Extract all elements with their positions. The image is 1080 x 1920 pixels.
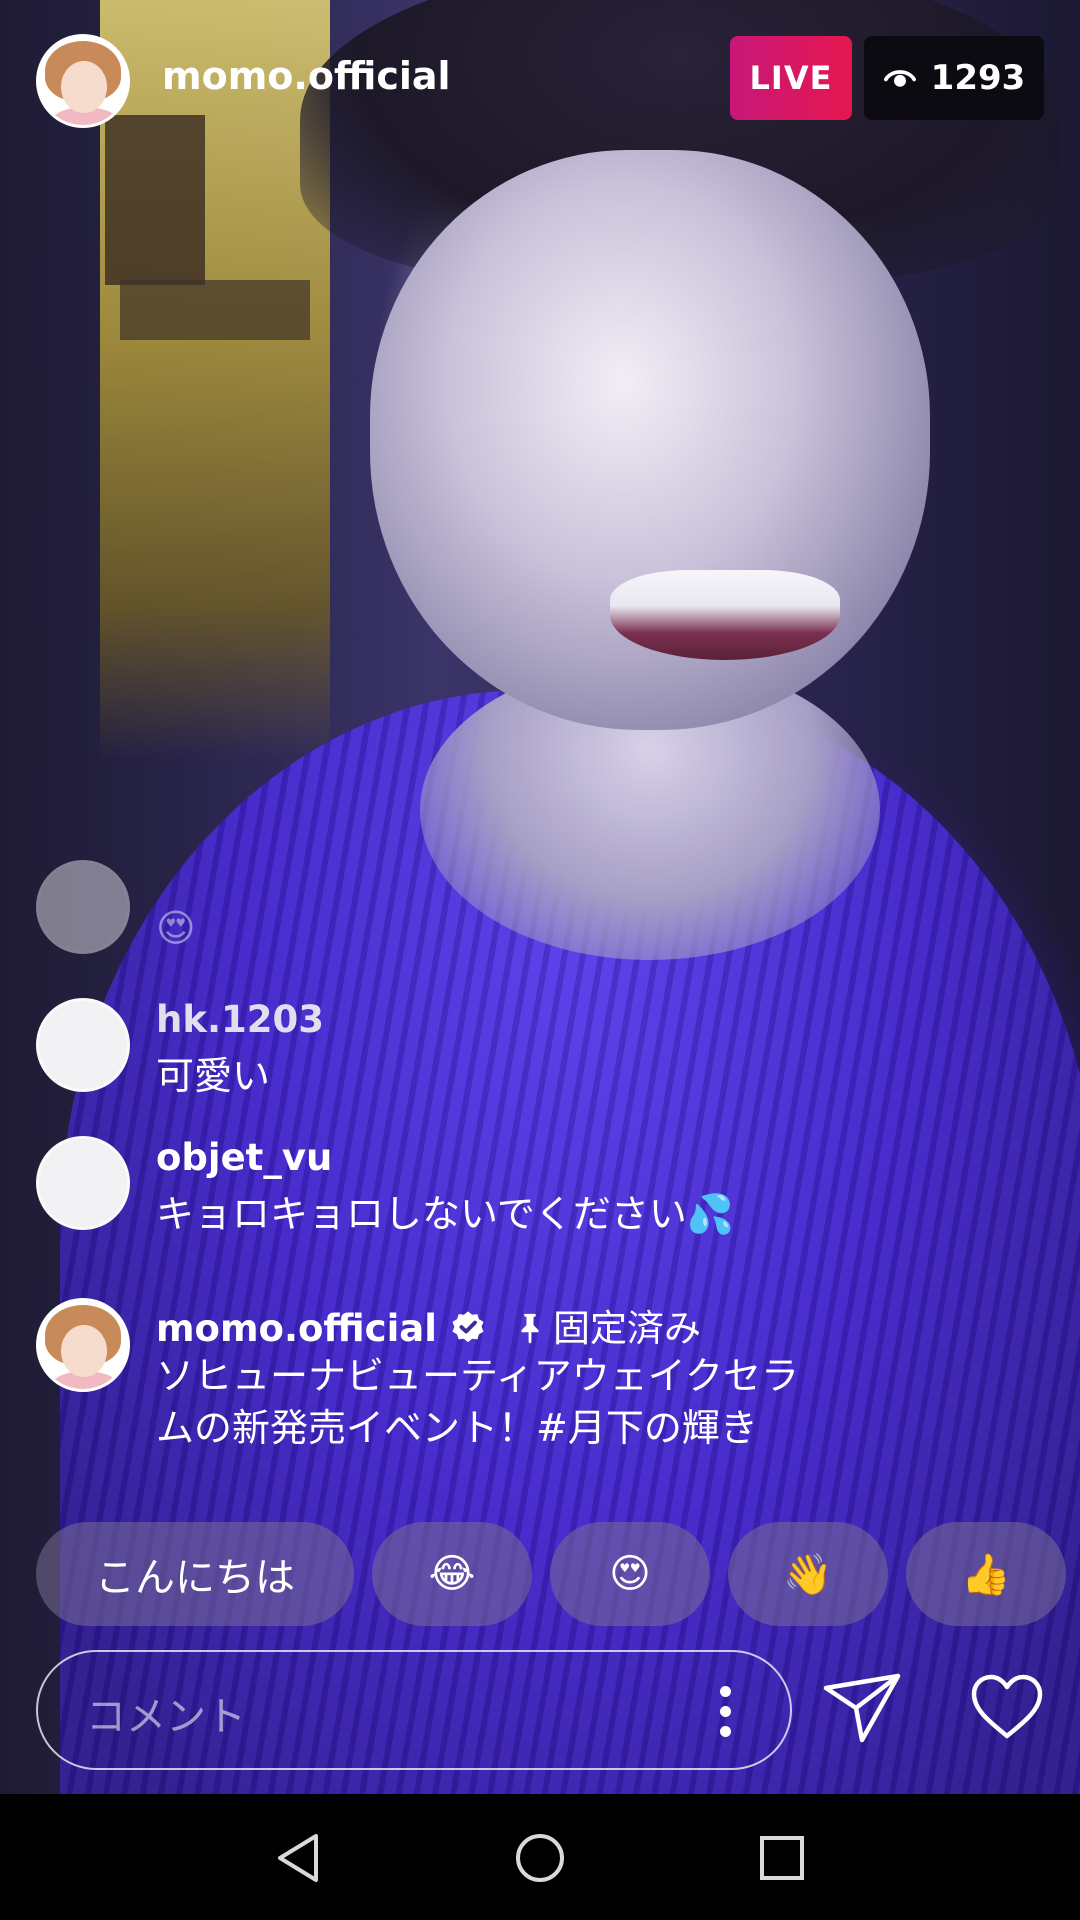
quick-reply-heart-eyes[interactable]: 😍 — [550, 1522, 710, 1626]
pinned-label: 固定済み — [515, 1307, 701, 1350]
comment-text: ソヒューナビューティアウェイクセラ ムの新発売イベント！#月下の輝き — [156, 1354, 799, 1450]
commenter-avatar[interactable] — [36, 860, 130, 954]
home-circle-icon[interactable] — [514, 1832, 566, 1884]
commenter-avatar[interactable] — [36, 1136, 130, 1230]
pin-icon — [521, 1313, 539, 1344]
comment-text: 😍 — [156, 906, 196, 950]
heart-icon[interactable] — [970, 1674, 1044, 1740]
system-nav-bar — [0, 1794, 1080, 1920]
back-triangle-icon[interactable] — [272, 1832, 324, 1884]
quick-reply-laugh[interactable]: 😂 — [372, 1522, 532, 1626]
host-comment-avatar[interactable] — [36, 1298, 130, 1392]
pinned-comment-header: momo.official 固定済み — [156, 1298, 701, 1352]
commenter-name[interactable]: objet_vu — [156, 1136, 332, 1179]
viewer-count-badge[interactable]: 1293 — [864, 36, 1044, 120]
comment-placeholder: コメント — [86, 1694, 246, 1740]
comment-text: 可愛い — [156, 1054, 271, 1098]
eye-icon — [883, 70, 916, 87]
verified-badge-icon — [452, 1311, 484, 1343]
viewer-count: 1293 — [930, 58, 1026, 98]
commenter-avatar[interactable] — [36, 998, 130, 1092]
commenter-name[interactable]: hk.1203 — [156, 998, 324, 1041]
recents-square-icon[interactable] — [756, 1832, 808, 1884]
host-avatar[interactable] — [36, 34, 130, 128]
host-username[interactable]: momo.official — [162, 54, 451, 98]
commenter-name[interactable]: momo.official — [156, 1307, 437, 1350]
send-icon[interactable] — [822, 1672, 902, 1744]
live-header: momo.official LIVE 1293 — [36, 34, 1044, 128]
quick-reply-hello[interactable]: こんにちは — [36, 1522, 354, 1626]
comment-text: キョロキョロしないでください💦 — [156, 1192, 735, 1236]
quick-replies: こんにちは 😂 😍 👋 👍 — [36, 1522, 1080, 1626]
quick-reply-thumbs-up[interactable]: 👍 — [906, 1522, 1066, 1626]
live-badge: LIVE — [730, 36, 852, 120]
comment-input[interactable]: コメント — [36, 1650, 792, 1770]
quick-reply-wave[interactable]: 👋 — [728, 1522, 888, 1626]
more-vertical-icon[interactable] — [720, 1686, 732, 1738]
